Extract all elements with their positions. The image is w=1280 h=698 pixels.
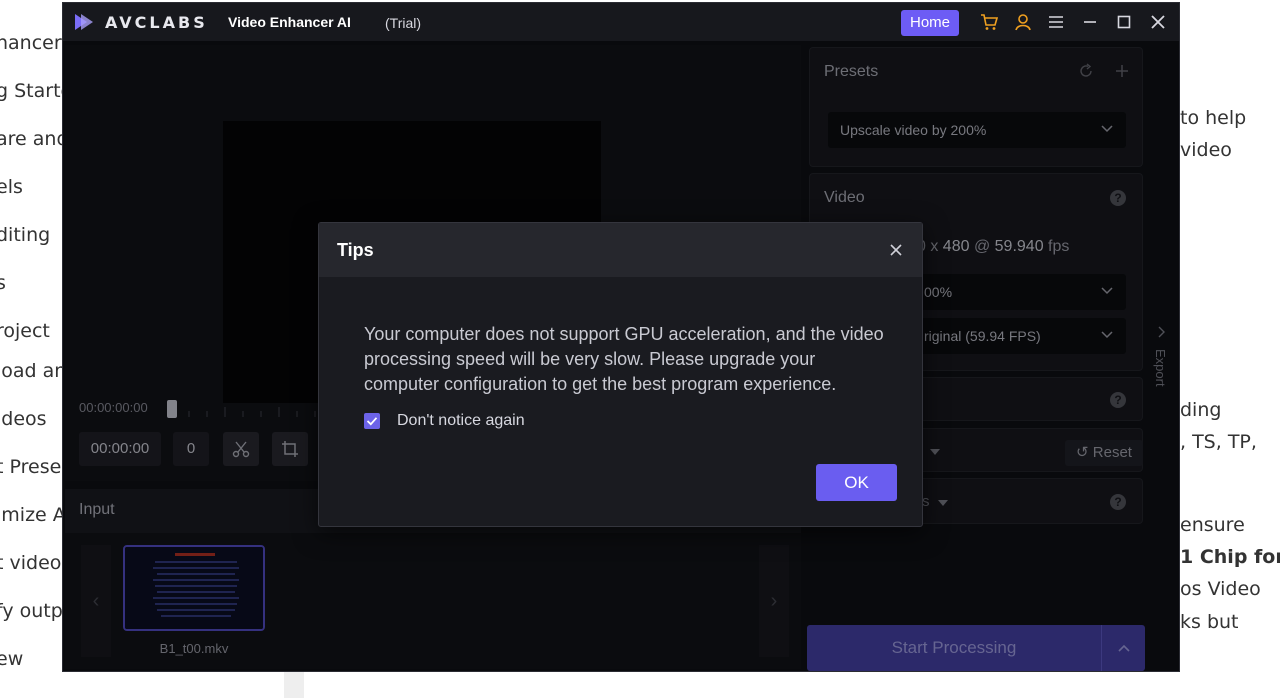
ok-button[interactable]: OK: [816, 464, 897, 501]
home-button[interactable]: Home: [901, 10, 959, 36]
bg-nav-item: diting: [0, 224, 51, 246]
account-icon[interactable]: [1013, 12, 1033, 32]
bg-nav-item: roject: [0, 320, 50, 342]
bg-text-line: ding: [1180, 399, 1222, 421]
bg-nav-item: t video: [0, 552, 62, 574]
bg-text-line: 1 Chip for: [1180, 546, 1280, 568]
dont-notice-checkbox[interactable]: [364, 413, 380, 429]
checkmark-icon: [366, 417, 378, 426]
bg-nav-item: fy outp: [0, 600, 63, 622]
dont-notice-label[interactable]: Don't notice again: [397, 412, 525, 430]
avclabs-logo-icon: [75, 14, 93, 30]
bg-nav-item: load an: [0, 360, 67, 382]
bg-text-line: , TS, TP,: [1180, 431, 1257, 453]
minimize-icon[interactable]: [1080, 12, 1100, 32]
app-name: Video Enhancer AI: [228, 14, 351, 30]
bg-nav-item: t Prese: [0, 456, 62, 478]
tips-dialog: Tips Your computer does not support GPU …: [318, 222, 923, 527]
dialog-message: Your computer does not support GPU accel…: [364, 324, 884, 394]
bg-nav-item: imize A: [0, 504, 66, 526]
bg-text-line: to help: [1180, 107, 1247, 129]
bg-text-line: os Video: [1180, 578, 1261, 600]
trial-badge: (Trial): [385, 15, 422, 31]
close-icon[interactable]: [889, 243, 903, 257]
cart-icon[interactable]: [979, 12, 999, 32]
bg-text-line: video: [1180, 139, 1232, 161]
dialog-title: Tips: [337, 240, 374, 260]
bg-nav-item: ideos: [0, 408, 47, 430]
close-window-icon[interactable]: [1148, 12, 1168, 32]
bg-nav-item: s: [0, 272, 6, 294]
bg-text-line: ensure: [1180, 514, 1245, 536]
title-bar[interactable]: AVCLABS Video Enhancer AI (Trial) Home: [63, 3, 1179, 41]
bg-nav-item: els: [0, 176, 23, 198]
bg-nav-item: ew: [0, 648, 24, 670]
menu-icon[interactable]: [1046, 12, 1066, 32]
bg-nav-item: are and: [0, 128, 69, 150]
dialog-header: Tips: [319, 223, 922, 277]
maximize-icon[interactable]: [1114, 12, 1134, 32]
brand-name: AVCLABS: [105, 13, 208, 32]
bg-text-line: ks but: [1180, 611, 1239, 633]
